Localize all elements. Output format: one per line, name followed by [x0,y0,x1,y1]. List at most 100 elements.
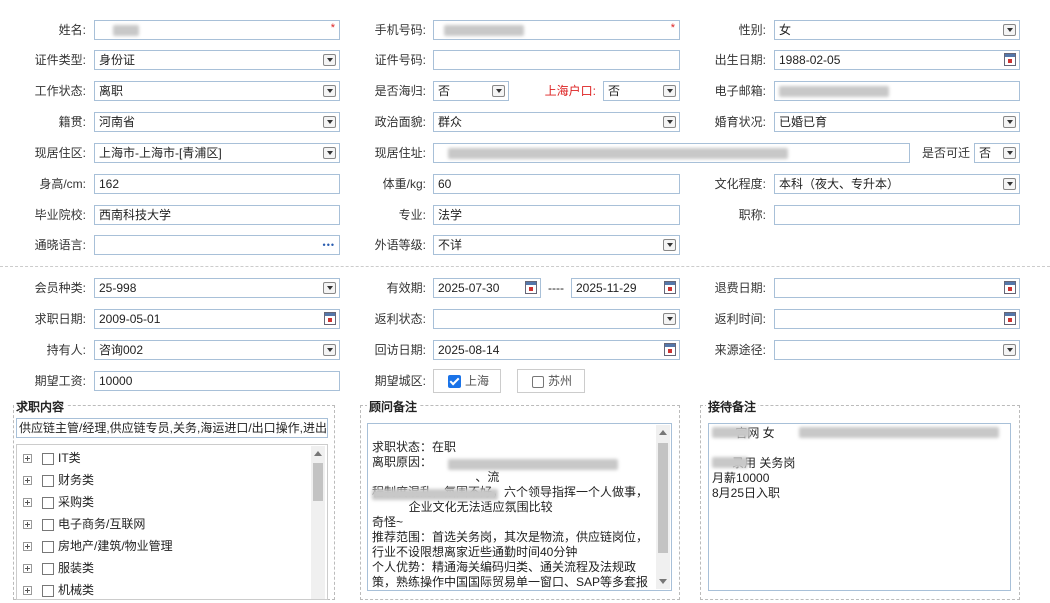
note-line: 8月25日入职 [712,486,781,500]
native-value: 河南省 [99,115,136,129]
tree-item[interactable]: IT类 [23,447,81,469]
member-type-select[interactable]: 25-998 [94,278,340,298]
job-date-label: 求职日期: [34,312,86,326]
sh-hukou-select[interactable]: 否 [603,81,680,101]
tree-item[interactable]: 采购类 [23,491,94,513]
expand-icon[interactable] [23,520,32,530]
checkbox-icon[interactable] [42,540,54,553]
required-mark: * [330,22,335,34]
tree-scrollbar[interactable] [311,446,325,599]
holder-value: 咨询002 [99,343,144,357]
checkbox-icon[interactable] [532,375,544,388]
chevron-down-icon [663,85,676,97]
rebate-time-field[interactable] [774,309,1020,329]
gender-select[interactable]: 女 [774,20,1020,40]
work-status-select[interactable]: 离职 [94,81,340,101]
work-status-value: 离职 [99,84,124,98]
school-field[interactable]: 西南科技大学 [94,205,340,225]
checkbox-icon[interactable] [42,474,54,487]
calendar-icon[interactable] [324,312,336,325]
relocate-select[interactable]: 否 [974,143,1020,163]
marital-select[interactable]: 已婚已育 [774,112,1020,132]
job-category-tree[interactable]: IT类财务类采购类电子商务/互联网 房地产/建筑/物业管理 服装类 机械类 [16,444,328,600]
id-type-select[interactable]: 身份证 [94,50,340,70]
politics-select[interactable]: 群众 [433,112,680,132]
checkbox-icon[interactable] [42,518,54,531]
residence-area-value: 上海市-上海市-[青浦区] [99,146,222,160]
calendar-icon[interactable] [664,343,676,356]
expand-icon[interactable] [23,586,32,596]
chevron-down-icon [663,313,676,325]
holder-select[interactable]: 咨询002 [94,340,340,360]
city-shanghai-option[interactable]: 上海 [433,369,501,393]
id-no-label: 证件号码: [374,53,426,67]
gender-value: 女 [779,23,792,37]
scroll-thumb[interactable] [658,443,668,553]
tree-item[interactable]: 服装类 [23,557,94,579]
advisor-notes-scrollbar[interactable] [656,425,670,589]
chevron-down-icon [1003,24,1016,36]
residence-area-select[interactable]: 上海市-上海市-[青浦区] [94,143,340,163]
calendar-icon[interactable] [1004,53,1016,66]
scroll-up-icon[interactable] [314,451,322,456]
birth-date-field[interactable]: 1988-02-05 [774,50,1020,70]
city-suzhou-option[interactable]: 苏州 [517,369,585,393]
checkbox-icon[interactable] [42,584,54,597]
refund-date-field[interactable] [774,278,1020,298]
salary-field[interactable]: 10000 [94,371,340,391]
chevron-down-icon [1003,344,1016,356]
major-field[interactable]: 法学 [433,205,680,225]
calendar-icon[interactable] [525,281,537,294]
source-select[interactable] [774,340,1020,360]
phone-field[interactable]: * [433,20,680,40]
expand-icon[interactable] [23,564,32,574]
checkbox-icon[interactable] [42,496,54,509]
scroll-thumb[interactable] [313,463,323,501]
weight-field[interactable]: 60 [433,174,680,194]
section-divider [0,266,1050,267]
native-select[interactable]: 河南省 [94,112,340,132]
title-field[interactable] [774,205,1020,225]
calendar-icon[interactable] [1004,281,1016,294]
expand-icon[interactable] [23,454,32,464]
expand-icon[interactable] [23,476,32,486]
scroll-up-icon[interactable] [659,430,667,435]
member-type-value: 25-998 [99,281,137,295]
job-content-field[interactable]: 供应链主管/经理,供应链专员,关务,海运进口/出口操作,进出 [16,418,328,438]
tree-item-label: IT类 [58,451,81,465]
valid-from-field[interactable]: 2025-07-30 [433,278,541,298]
tree-item[interactable]: 房地产/建筑/物业管理 [23,535,173,557]
calendar-icon[interactable] [664,281,676,294]
expand-icon[interactable] [23,542,32,552]
expand-icon[interactable] [23,498,32,508]
languages-field[interactable]: ••• [94,235,340,255]
checkbox-icon[interactable] [42,452,54,465]
valid-to-field[interactable]: 2025-11-29 [571,278,680,298]
residence-addr-field[interactable] [433,143,910,163]
reception-notes-textarea[interactable]: 官网 女 录用 关务岗月薪100008月25日入职 [708,423,1011,591]
lang-level-select[interactable]: 不详 [433,235,680,255]
native-label: 籍贯: [58,115,86,129]
rebate-status-select[interactable] [433,309,680,329]
education-select[interactable]: 本科（夜大、专升本） [774,174,1020,194]
tree-item[interactable]: 机械类 [23,579,94,599]
advisor-notes-textarea[interactable]: 求职状态：在职 离职原因： 、流 程制度混乱，氛围不好，六个领导指挥一个人做事， 企… [367,423,672,591]
more-options-icon[interactable]: ••• [323,236,335,254]
checkbox-checked-icon[interactable] [448,375,461,389]
checkbox-icon[interactable] [42,562,54,575]
height-label: 身高/cm: [39,177,86,191]
tree-item[interactable]: 财务类 [23,469,94,491]
email-field[interactable] [774,81,1020,101]
returnee-value: 否 [438,84,451,98]
tree-item-label: 采购类 [58,495,95,509]
job-date-field[interactable]: 2009-05-01 [94,309,340,329]
id-no-field[interactable] [433,50,680,70]
tree-item[interactable]: 电子商务/互联网 [23,513,145,535]
returnee-select[interactable]: 否 [433,81,509,101]
scroll-down-icon[interactable] [659,579,667,584]
height-field[interactable]: 162 [94,174,340,194]
revisit-date-field[interactable]: 2025-08-14 [433,340,680,360]
calendar-icon[interactable] [1004,312,1016,325]
name-field[interactable]: * [94,20,340,40]
member-type-label: 会员种类: [34,281,86,295]
